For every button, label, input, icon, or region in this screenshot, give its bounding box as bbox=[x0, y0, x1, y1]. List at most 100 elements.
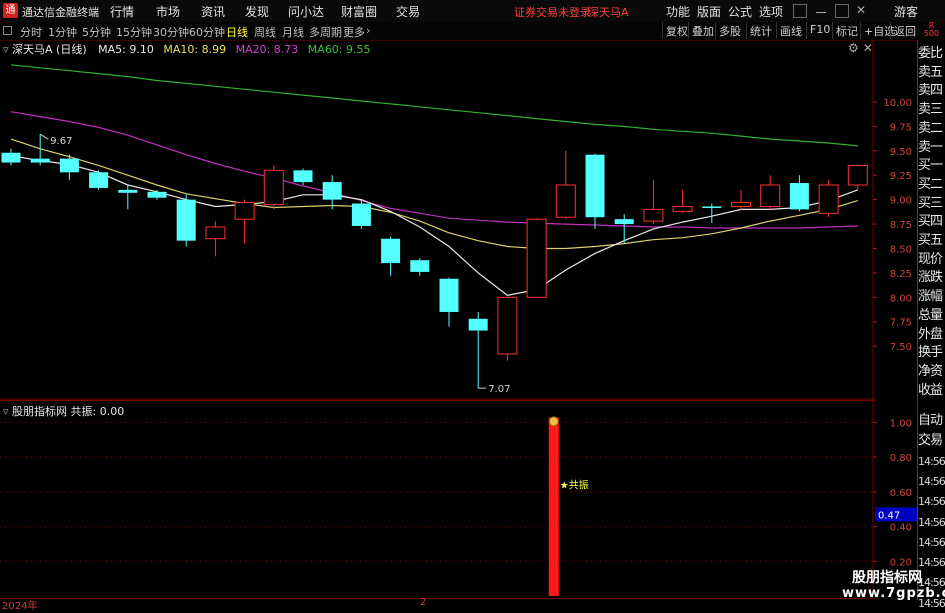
candle-body-down bbox=[381, 238, 401, 264]
menu-item-wealth-circle[interactable]: 财富圈 bbox=[341, 3, 377, 20]
menu-item-functions[interactable]: 功能 bbox=[666, 3, 690, 20]
side-panel-item[interactable]: 买三 bbox=[918, 195, 945, 213]
time-label: 14:56 bbox=[918, 515, 945, 529]
menu-item-layout[interactable]: 版面 bbox=[697, 3, 721, 20]
ma20-label: MA20: 8.73 bbox=[235, 43, 299, 56]
period-weekly[interactable]: 周线 bbox=[254, 24, 276, 40]
top-stock-name: 深天马A bbox=[588, 6, 629, 19]
side-panel-item[interactable]: 买二 bbox=[918, 176, 945, 194]
period-checkbox-icon[interactable] bbox=[3, 26, 12, 35]
auto-trade-label[interactable]: 自动 bbox=[918, 412, 945, 430]
guest-label[interactable]: 游客 bbox=[894, 3, 918, 20]
current-value-label: 0.47 bbox=[878, 510, 900, 521]
settings-icon[interactable]: ⚙ bbox=[848, 41, 859, 55]
side-panel-item[interactable]: 涨跌 bbox=[918, 269, 945, 287]
side-panel-item[interactable]: 换手 bbox=[918, 344, 945, 362]
app-logo-icon: 通 bbox=[3, 3, 18, 18]
tool-back[interactable]: 返回 bbox=[890, 22, 919, 39]
chevron-down-icon[interactable]: ▿ bbox=[3, 43, 9, 56]
menu-item-ask[interactable]: 问小达 bbox=[288, 3, 324, 20]
candle-body-up bbox=[818, 184, 839, 214]
side-panel-item[interactable]: 卖五 bbox=[918, 64, 945, 82]
candle-body-up bbox=[234, 202, 255, 220]
sub-axis-label: 0.40 bbox=[890, 523, 912, 534]
side-panel-item[interactable]: 净资 bbox=[918, 363, 945, 381]
candle-body-down bbox=[176, 199, 196, 241]
ma20-line bbox=[10, 111, 858, 229]
menu-item-formula[interactable]: 公式 bbox=[728, 3, 752, 20]
tool-f10[interactable]: F10 bbox=[806, 22, 833, 39]
maximize-icon[interactable] bbox=[835, 4, 849, 18]
time-label: 14:56 bbox=[918, 474, 945, 488]
candle-body-down bbox=[410, 260, 430, 272]
candle-body-up bbox=[760, 184, 781, 207]
main-chart-header: ▿ 深天马A (日线) MA5: 9.10 MA10: 8.99 MA20: 8… bbox=[3, 41, 371, 57]
period-30min[interactable]: 30分钟 bbox=[153, 24, 189, 40]
price-axis-label: 8.25 bbox=[890, 269, 912, 280]
money-bag-icon bbox=[548, 416, 559, 427]
chevron-down-icon[interactable]: ▿ bbox=[3, 405, 9, 418]
menu-item-market-quotes[interactable]: 行情 bbox=[110, 3, 134, 20]
side-panel-item[interactable]: 卖一 bbox=[918, 139, 945, 157]
sub-axis-label: 1.00 bbox=[890, 418, 912, 429]
chevron-right-icon[interactable]: › bbox=[366, 24, 370, 37]
period-intraday[interactable]: 分时 bbox=[20, 24, 42, 40]
ma5-line bbox=[10, 155, 859, 297]
resonance-indicator-chart[interactable]: 1.000.800.600.400.20★共振0.47 bbox=[0, 400, 917, 598]
side-panel-item[interactable]: 外盘 bbox=[918, 326, 945, 344]
candle-body-down bbox=[439, 278, 459, 312]
side-panel-item[interactable]: 委比 bbox=[918, 45, 945, 63]
close-icon[interactable]: ✕ bbox=[856, 4, 870, 18]
candle-body-down bbox=[30, 158, 50, 163]
period-1min[interactable]: 1分钟 bbox=[48, 24, 77, 40]
period-15min[interactable]: 15分钟 bbox=[116, 24, 152, 40]
side-panel-item[interactable]: 收益 bbox=[918, 382, 945, 400]
side-panel-item[interactable]: 买四 bbox=[918, 213, 945, 231]
trade-login-warning[interactable]: 证券交易未登录 bbox=[514, 4, 591, 20]
ma60-label: MA60: 9.55 bbox=[307, 43, 371, 56]
time-label: 14:56 bbox=[918, 556, 945, 570]
price-axis-label: 8.75 bbox=[890, 220, 912, 231]
resonance-label: ★共振 bbox=[560, 478, 589, 491]
side-panel-item[interactable]: 卖二 bbox=[918, 120, 945, 138]
candlestick-chart[interactable]: 10.00 9.75 9.50 9.25 9.00 8.75 8.50 8.25 8.00 7.7… bbox=[0, 40, 912, 400]
candle-body-down bbox=[585, 154, 605, 218]
side-panel-item[interactable]: 卖四 bbox=[918, 82, 945, 100]
time-label: 14:56 bbox=[918, 495, 945, 509]
tool-mark[interactable]: 标记 bbox=[832, 22, 861, 39]
side-panel-item[interactable]: 现价 bbox=[918, 251, 945, 269]
candle-body-down bbox=[789, 183, 809, 210]
candle-body-down bbox=[293, 170, 313, 183]
menu-item-discover[interactable]: 发现 bbox=[245, 3, 269, 20]
period-more[interactable]: 更多 bbox=[343, 24, 365, 40]
stock-title: 深天马A (日线) bbox=[12, 43, 87, 56]
period-5min[interactable]: 5分钟 bbox=[82, 24, 111, 40]
period-monthly[interactable]: 月线 bbox=[282, 24, 304, 40]
menu-item-market[interactable]: 市场 bbox=[156, 3, 180, 20]
tool-adjust[interactable]: 复权 bbox=[662, 22, 691, 39]
side-panel-item[interactable]: 涨幅 bbox=[918, 288, 945, 306]
tool-stats[interactable]: 统计 bbox=[746, 22, 775, 39]
menu-item-trade[interactable]: 交易 bbox=[396, 3, 420, 20]
sub-axis-label: 0.60 bbox=[890, 488, 912, 499]
candle-body-up bbox=[847, 164, 868, 186]
side-panel-item[interactable]: 买五 bbox=[918, 232, 945, 250]
close-chart-icon[interactable]: ✕ bbox=[863, 41, 873, 55]
menu-item-options[interactable]: 选项 bbox=[759, 3, 783, 20]
tool-multi-stock[interactable]: 多股 bbox=[715, 22, 744, 39]
side-panel-item[interactable]: 卖三 bbox=[918, 101, 945, 119]
tool-draw[interactable]: 画线 bbox=[776, 22, 805, 39]
tool-overlay[interactable]: 叠加 bbox=[688, 22, 717, 39]
period-daily[interactable]: 日线 bbox=[226, 24, 248, 40]
auto-trade-label[interactable]: 交易 bbox=[918, 432, 945, 450]
period-multi[interactable]: 多周期 bbox=[309, 24, 342, 40]
side-panel-item[interactable]: 总量 bbox=[918, 307, 945, 325]
minimize-icon[interactable] bbox=[814, 4, 828, 18]
menu-item-news[interactable]: 资讯 bbox=[201, 3, 225, 20]
side-panel-item[interactable]: 买一 bbox=[918, 157, 945, 175]
window-menu-icon[interactable] bbox=[793, 4, 807, 18]
candle-body-up bbox=[672, 205, 693, 212]
sub-axis-label: 0.80 bbox=[890, 453, 912, 464]
sub-chart-title: 股朋指标网 共振: 0.00 bbox=[12, 405, 125, 418]
period-60min[interactable]: 60分钟 bbox=[189, 24, 225, 40]
